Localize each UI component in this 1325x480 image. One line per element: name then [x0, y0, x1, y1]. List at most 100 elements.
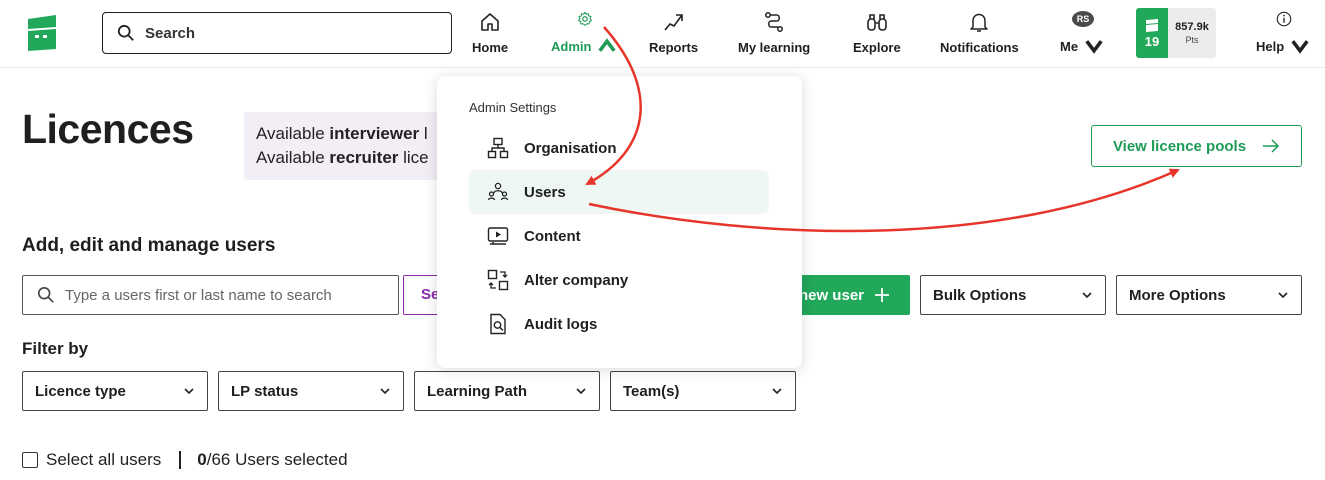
menu-item-content-label: Content — [524, 227, 581, 245]
filter-lp-status[interactable]: LP status — [218, 371, 404, 411]
chevron-down-icon — [1291, 40, 1309, 54]
view-licence-pools-button[interactable]: View licence pools — [1091, 125, 1302, 167]
filter-learning-path[interactable]: Learning Path — [414, 371, 600, 411]
switch-company-icon — [487, 269, 509, 291]
section-title: Add, edit and manage users — [22, 235, 276, 256]
info-bold: recruiter — [329, 148, 399, 167]
menu-item-organisation[interactable]: Organisation — [469, 126, 769, 170]
menu-item-audit-logs[interactable]: Audit logs — [469, 302, 769, 346]
bulk-options-dropdown[interactable]: Bulk Options — [920, 275, 1106, 315]
filter-learning-path-label: Learning Path — [427, 382, 528, 400]
filter-licence-type[interactable]: Licence type — [22, 371, 208, 411]
level-number: 19 — [1144, 33, 1160, 49]
more-options-label: More Options — [1129, 286, 1226, 304]
search-placeholder: Search — [145, 24, 196, 42]
gear-icon — [578, 11, 593, 26]
home-icon — [481, 13, 499, 31]
admin-menu-title: Admin Settings — [469, 100, 557, 115]
binoculars-icon — [867, 14, 887, 31]
bell-icon — [970, 13, 989, 32]
arrow-right-icon — [1263, 139, 1280, 153]
video-icon — [487, 227, 509, 245]
menu-item-audit-logs-label: Audit logs — [524, 315, 598, 333]
nav-reports[interactable]: Reports — [649, 10, 698, 58]
menu-item-users-label: Users — [524, 183, 566, 201]
divider — [179, 451, 182, 469]
avatar: RS — [1072, 11, 1095, 27]
chevron-up-icon — [598, 38, 617, 52]
add-user-label: new user — [798, 286, 864, 304]
filter-teams[interactable]: Team(s) — [610, 371, 796, 411]
search-icon — [117, 24, 134, 41]
filter-lp-status-label: LP status — [231, 382, 299, 400]
info-prefix: Available — [256, 124, 330, 143]
global-search-input[interactable]: Search — [102, 12, 452, 54]
nav-me[interactable]: RS Me — [1060, 10, 1106, 58]
user-search-input[interactable]: Type a users first or last name to searc… — [22, 275, 399, 315]
nav-home-label: Home — [472, 40, 509, 55]
recruiter-licence-line: Available recruiter lice — [256, 146, 432, 170]
bulk-options-label: Bulk Options — [933, 286, 1027, 304]
points-unit: Pts — [1185, 35, 1199, 45]
level-logo-icon — [1146, 18, 1158, 32]
selected-count: 0 — [197, 450, 207, 469]
info-prefix: Available — [256, 148, 330, 167]
selected-count-text: 0/66 Users selected — [197, 450, 347, 470]
interviewer-licence-line: Available interviewer l — [256, 122, 432, 146]
users-icon — [487, 182, 509, 201]
select-all-checkbox[interactable] — [22, 452, 38, 468]
level-badge: 19 — [1136, 8, 1168, 58]
nav-home[interactable]: Home — [472, 10, 508, 58]
nav-me-label: Me — [1060, 38, 1079, 54]
points-badge[interactable]: 19 857.9k Pts — [1136, 8, 1216, 58]
trend-up-icon — [663, 14, 683, 31]
licence-availability-box: Available interviewer l Available recrui… — [244, 112, 444, 180]
search-icon — [37, 286, 54, 303]
top-navigation-bar: Search Home Admin Reports My learning Ex… — [0, 0, 1325, 68]
nav-admin-label: Admin — [551, 38, 592, 54]
nav-explore[interactable]: Explore — [853, 10, 901, 58]
page-title: Licences — [22, 106, 194, 152]
info-bold: interviewer — [329, 124, 420, 143]
document-search-icon — [490, 313, 506, 335]
chevron-down-icon — [1085, 40, 1103, 54]
select-all-row: Select all users 0/66 Users selected — [22, 450, 348, 470]
points-value: 857.9k — [1175, 21, 1209, 33]
view-licence-pools-label: View licence pools — [1112, 137, 1247, 155]
filter-licence-type-label: Licence type — [35, 382, 126, 400]
menu-item-organisation-label: Organisation — [524, 139, 617, 157]
chevron-down-icon — [1082, 292, 1092, 299]
nav-reports-label: Reports — [649, 40, 699, 55]
plus-icon — [875, 288, 889, 302]
nav-my-learning-label: My learning — [738, 40, 811, 55]
chevron-down-icon — [380, 388, 390, 395]
nav-notifications[interactable]: Notifications — [940, 10, 1019, 58]
more-options-dropdown[interactable]: More Options — [1116, 275, 1302, 315]
filter-teams-label: Team(s) — [623, 382, 680, 400]
menu-item-users[interactable]: Users — [469, 170, 769, 214]
menu-item-alter-company-label: Alter company — [524, 271, 629, 289]
nav-admin[interactable]: Admin — [551, 10, 619, 58]
nav-notifications-label: Notifications — [940, 40, 1019, 55]
select-all-label[interactable]: Select all users — [46, 450, 161, 470]
menu-item-content[interactable]: Content — [469, 214, 769, 258]
chevron-down-icon — [576, 388, 586, 395]
nav-help-label: Help — [1256, 38, 1285, 54]
admin-settings-menu: Admin Settings Organisation Users Conten… — [437, 76, 802, 368]
path-icon — [765, 12, 784, 32]
logo-icon[interactable] — [24, 13, 60, 53]
chevron-down-icon — [1278, 292, 1288, 299]
info-icon — [1276, 11, 1292, 27]
points-panel: 857.9k Pts — [1168, 8, 1216, 58]
info-suffix: l — [419, 124, 428, 143]
menu-item-alter-company[interactable]: Alter company — [469, 258, 769, 302]
org-chart-icon — [487, 137, 509, 159]
user-search-placeholder: Type a users first or last name to searc… — [65, 286, 332, 304]
selected-suffix: /66 Users selected — [206, 450, 348, 469]
chevron-down-icon — [184, 388, 194, 395]
nav-explore-label: Explore — [853, 40, 901, 55]
nav-help[interactable]: Help — [1256, 10, 1312, 58]
nav-my-learning[interactable]: My learning — [738, 10, 810, 58]
filter-label: Filter by — [22, 339, 89, 358]
info-suffix: lice — [398, 148, 429, 167]
